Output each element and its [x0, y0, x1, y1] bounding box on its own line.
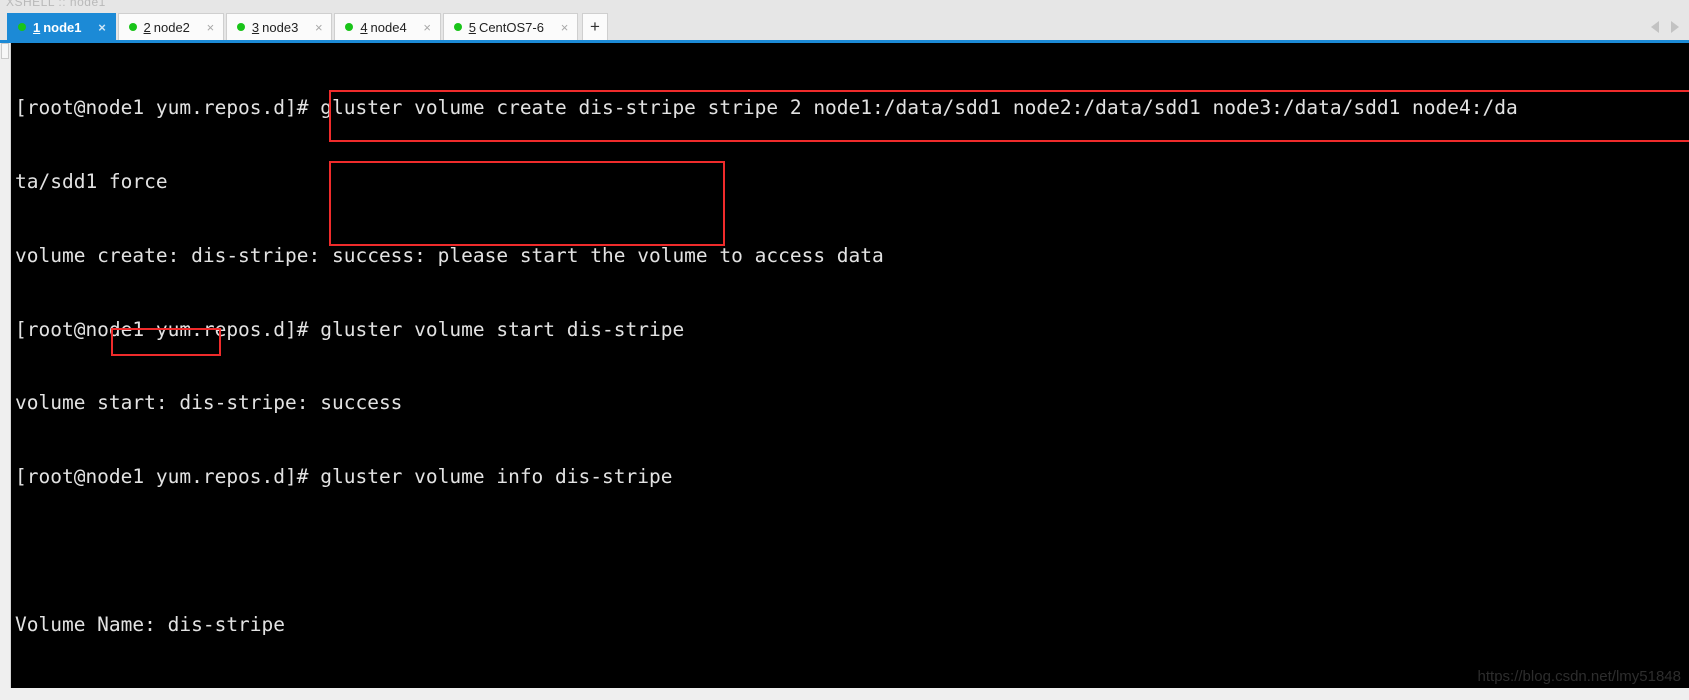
chevron-left-icon[interactable] [1651, 20, 1659, 33]
tab-label: node1 [43, 19, 82, 35]
tab-index: 5 [468, 19, 476, 35]
terminal-application-window: XSHELL :: node1 1 node1 × 2 node2 × 3 no… [0, 0, 1689, 700]
close-icon[interactable]: × [204, 21, 217, 34]
window-title-clipped: XSHELL :: node1 [6, 0, 106, 7]
terminal-screen[interactable]: [root@node1 yum.repos.d]# gluster volume… [11, 43, 1689, 688]
connection-status-icon [128, 23, 137, 31]
watermark: https://blog.csdn.net/lmy51848 [1477, 668, 1681, 685]
tab-node2[interactable]: 2 node2 × [117, 13, 224, 40]
new-tab-button[interactable]: + [581, 13, 608, 40]
terminal-output: [root@node1 yum.repos.d]# gluster volume… [15, 47, 1518, 688]
chevron-right-icon[interactable] [1671, 20, 1679, 33]
terminal-line: Volume Name: dis-stripe [15, 612, 286, 636]
terminal-line: volume create: dis-stripe: success: plea… [15, 243, 884, 267]
tab-scroll-controls [1651, 13, 1689, 40]
connection-status-icon [18, 23, 26, 31]
tab-bar: 1 node1 × 2 node2 × 3 node3 × 4 node4 × … [0, 10, 1689, 40]
close-icon[interactable]: × [312, 21, 325, 34]
terminal-line: [root@node1 yum.repos.d]# gluster volume… [15, 317, 685, 341]
terminal-pane: [root@node1 yum.repos.d]# gluster volume… [0, 43, 1689, 700]
tab-node1[interactable]: 1 node1 × [7, 13, 116, 40]
tab-node4[interactable]: 4 node4 × [334, 13, 441, 40]
tab-index: 1 [33, 19, 41, 35]
terminal-line: [root@node1 yum.repos.d]# gluster volume… [15, 465, 673, 489]
close-icon[interactable]: × [558, 21, 571, 34]
connection-status-icon [345, 23, 354, 31]
terminal-bottom-strip [0, 688, 1689, 700]
tab-index: 3 [251, 19, 260, 35]
tab-label: node2 [153, 19, 190, 35]
connection-status-icon [236, 23, 245, 31]
tab-label: node4 [370, 19, 407, 35]
close-icon[interactable]: × [96, 21, 109, 34]
scrollbar-thumb[interactable] [1, 43, 9, 59]
tab-index: 2 [143, 19, 151, 35]
tab-node3[interactable]: 3 node3 × [225, 13, 333, 40]
connection-status-icon [453, 23, 462, 31]
tab-centos7-6[interactable]: 5 CentOS7-6 × [442, 13, 578, 40]
terminal-line: [root@node1 yum.repos.d]# gluster volume… [15, 96, 1518, 120]
terminal-line: ta/sdd1 force [15, 169, 168, 193]
tab-label: node3 [262, 19, 299, 35]
tab-label: CentOS7-6 [478, 19, 544, 35]
tab-index: 4 [360, 19, 368, 35]
terminal-scrollbar[interactable] [0, 43, 11, 700]
close-icon[interactable]: × [421, 21, 434, 34]
terminal-line: volume start: dis-stripe: success [15, 391, 403, 415]
